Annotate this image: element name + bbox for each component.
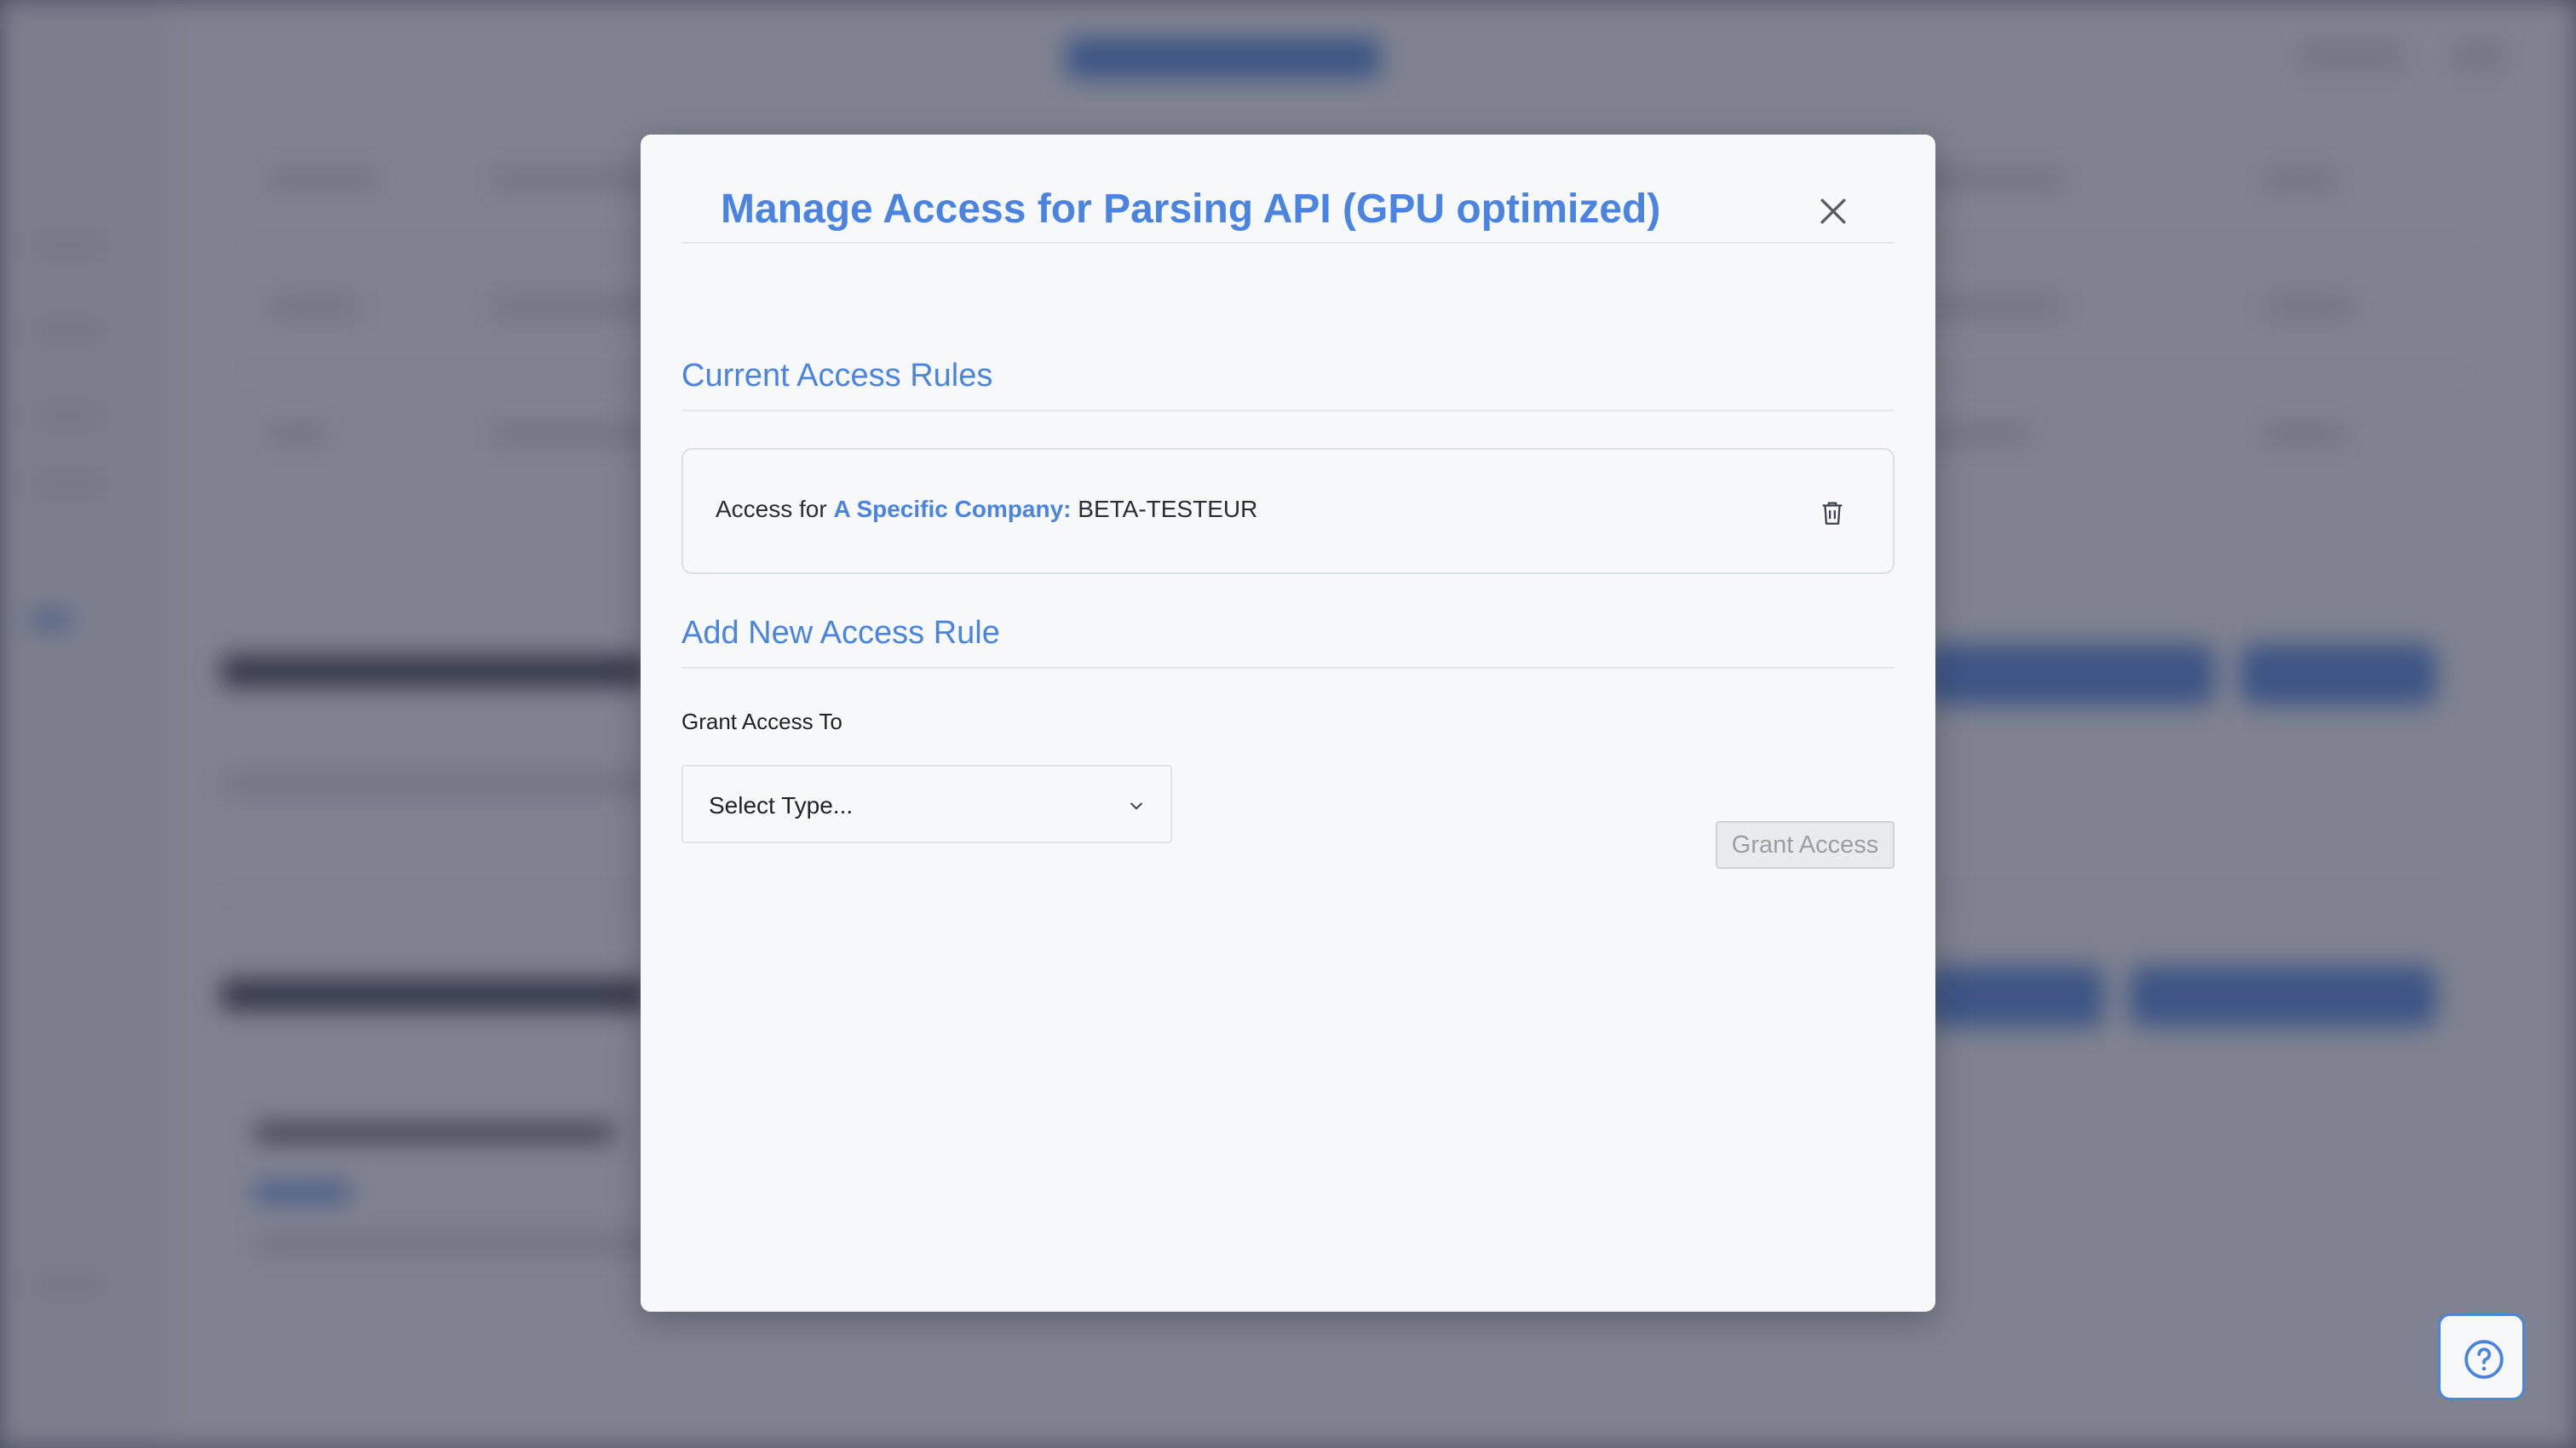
access-rule-value: BETA-TESTEUR — [1071, 496, 1258, 522]
access-rule-text: Access for A Specific Company: BETA-TEST… — [716, 496, 1257, 523]
modal-title: Manage Access for Parsing API (GPU optim… — [721, 187, 1661, 232]
grant-access-to-label: Grant Access To — [681, 709, 842, 734]
chevron-down-icon — [1128, 797, 1145, 814]
access-rule-card: Access for A Specific Company: BETA-TEST… — [681, 448, 1895, 574]
close-icon — [1820, 198, 1846, 224]
delete-rule-button[interactable] — [1818, 497, 1847, 528]
access-rule-type: A Specific Company: — [833, 496, 1072, 522]
access-type-select-value: Select Type... — [709, 792, 854, 819]
close-button[interactable] — [1814, 192, 1852, 230]
grant-access-button[interactable]: Grant Access — [1716, 821, 1895, 869]
current-rules-heading: Current Access Rules — [681, 358, 1895, 411]
add-rule-heading: Add New Access Rule — [681, 615, 1895, 669]
modal-header: Manage Access for Parsing API (GPU optim… — [681, 169, 1895, 244]
trash-icon — [1822, 502, 1843, 525]
manage-access-dialog: Manage Access for Parsing API (GPU optim… — [641, 135, 1935, 1312]
access-type-select[interactable]: Select Type... — [681, 765, 1172, 843]
help-button[interactable] — [2438, 1313, 2525, 1400]
help-circle-icon — [2464, 1340, 2504, 1379]
access-rule-prefix: Access for — [716, 496, 834, 522]
